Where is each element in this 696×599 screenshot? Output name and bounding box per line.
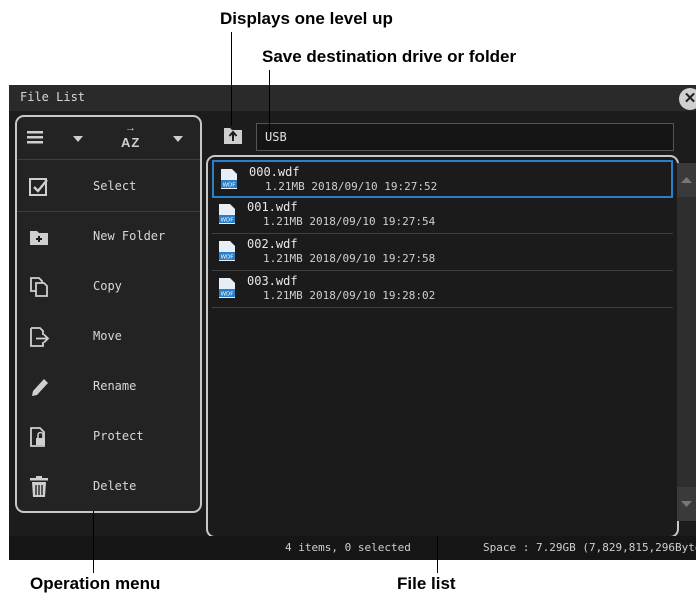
menu-item-new-folder[interactable]: New Folder <box>17 213 200 261</box>
menu-item-rename[interactable]: Rename <box>17 363 200 411</box>
triangle-up-icon <box>681 177 692 183</box>
file-size: 1.21MB <box>263 215 303 228</box>
triangle-down-icon <box>681 501 692 507</box>
title-bar: File List ✕ <box>9 85 696 111</box>
menu-label-select: Select <box>93 179 137 193</box>
new-folder-icon <box>30 231 48 245</box>
file-list-window: File List ✕ → AZ Select New Folder Copy … <box>9 85 696 560</box>
chevron-down-icon <box>173 136 183 142</box>
file-row[interactable]: WDF 002.wdf 1.21MB 2018/09/10 19:27:58 <box>212 234 673 271</box>
menu-label-move: Move <box>93 329 122 343</box>
svg-text:WDF: WDF <box>221 292 234 298</box>
leader-line <box>93 511 94 573</box>
wdf-file-icon: WDF <box>219 204 235 224</box>
copy-icon <box>30 277 48 297</box>
menu-label-delete: Delete <box>93 479 137 493</box>
callout-save-destination: Save destination drive or folder <box>262 47 517 66</box>
menu-item-copy[interactable]: Copy <box>17 263 200 311</box>
callout-operation-menu: Operation menu <box>30 574 161 593</box>
file-name: 003.wdf <box>247 274 298 288</box>
callout-level-up: Displays one level up <box>220 9 393 28</box>
view-mode-dropdown[interactable] <box>23 125 93 151</box>
trash-icon <box>30 476 48 497</box>
move-icon <box>30 327 50 347</box>
chevron-down-icon <box>73 136 83 142</box>
file-row[interactable]: WDF 003.wdf 1.21MB 2018/09/10 19:28:02 <box>212 271 673 308</box>
folder-up-icon[interactable] <box>223 123 243 145</box>
scroll-down-button[interactable] <box>677 487 696 521</box>
svg-text:WDF: WDF <box>221 255 234 261</box>
menu-item-move[interactable]: Move <box>17 313 200 361</box>
file-datetime: 2018/09/10 19:28:02 <box>309 289 436 302</box>
leader-line <box>231 32 232 126</box>
menu-label-protect: Protect <box>93 429 144 443</box>
callout-file-list: File list <box>397 574 456 593</box>
file-list: WDF 000.wdf 1.21MB 2018/09/10 19:27:52 W… <box>206 155 679 538</box>
lock-icon <box>30 427 45 447</box>
sort-label: AZ <box>121 135 141 150</box>
path-value: USB <box>265 130 287 144</box>
leader-line <box>269 70 270 132</box>
file-row[interactable]: WDF 001.wdf 1.21MB 2018/09/10 19:27:54 <box>212 197 673 234</box>
file-name: 002.wdf <box>247 237 298 251</box>
free-space-status: Space : 7.29GB (7,829,815,296Bytes) <box>483 541 696 554</box>
file-row[interactable]: WDF 000.wdf 1.21MB 2018/09/10 19:27:52 <box>212 160 673 198</box>
leader-line <box>437 536 438 573</box>
menu-item-protect[interactable]: Protect <box>17 413 200 461</box>
pencil-icon <box>32 379 48 396</box>
file-meta: 1.21MB 2018/09/10 19:27:58 <box>263 252 435 265</box>
svg-text:WDF: WDF <box>221 218 234 224</box>
status-bar: 4 items, 0 selected Space : 7.29GB (7,82… <box>9 536 696 560</box>
operation-menu: → AZ Select New Folder Copy Move Rename … <box>15 115 202 513</box>
file-datetime: 2018/09/10 19:27:58 <box>309 252 436 265</box>
menu-item-select[interactable]: Select <box>17 163 200 211</box>
wdf-file-icon: WDF <box>219 241 235 261</box>
scroll-up-button[interactable] <box>677 163 696 197</box>
file-meta: 1.21MB 2018/09/10 19:27:54 <box>263 215 435 228</box>
file-size: 1.21MB <box>265 180 305 193</box>
file-name: 001.wdf <box>247 200 298 214</box>
list-view-icon <box>27 131 43 144</box>
file-datetime: 2018/09/10 19:27:54 <box>309 215 436 228</box>
close-icon[interactable]: ✕ <box>679 88 696 110</box>
svg-text:WDF: WDF <box>223 183 236 189</box>
file-meta: 1.21MB 2018/09/10 19:28:02 <box>263 289 435 302</box>
scrollbar-track[interactable] <box>677 197 696 487</box>
window-title: File List <box>20 90 86 104</box>
sort-dropdown[interactable]: → AZ <box>113 122 193 151</box>
checkbox-icon <box>29 178 48 196</box>
wdf-file-icon: WDF <box>221 169 237 189</box>
file-size: 1.21MB <box>263 252 303 265</box>
item-count-status: 4 items, 0 selected <box>285 541 411 554</box>
menu-label-new-folder: New Folder <box>93 229 166 243</box>
file-meta: 1.21MB 2018/09/10 19:27:52 <box>265 180 437 193</box>
file-size: 1.21MB <box>263 289 303 302</box>
menu-item-delete[interactable]: Delete <box>17 463 200 511</box>
menu-label-rename: Rename <box>93 379 137 393</box>
menu-label-copy: Copy <box>93 279 122 293</box>
file-name: 000.wdf <box>249 165 300 179</box>
wdf-file-icon: WDF <box>219 278 235 298</box>
file-datetime: 2018/09/10 19:27:52 <box>311 180 438 193</box>
save-destination-path[interactable]: USB <box>256 123 674 151</box>
